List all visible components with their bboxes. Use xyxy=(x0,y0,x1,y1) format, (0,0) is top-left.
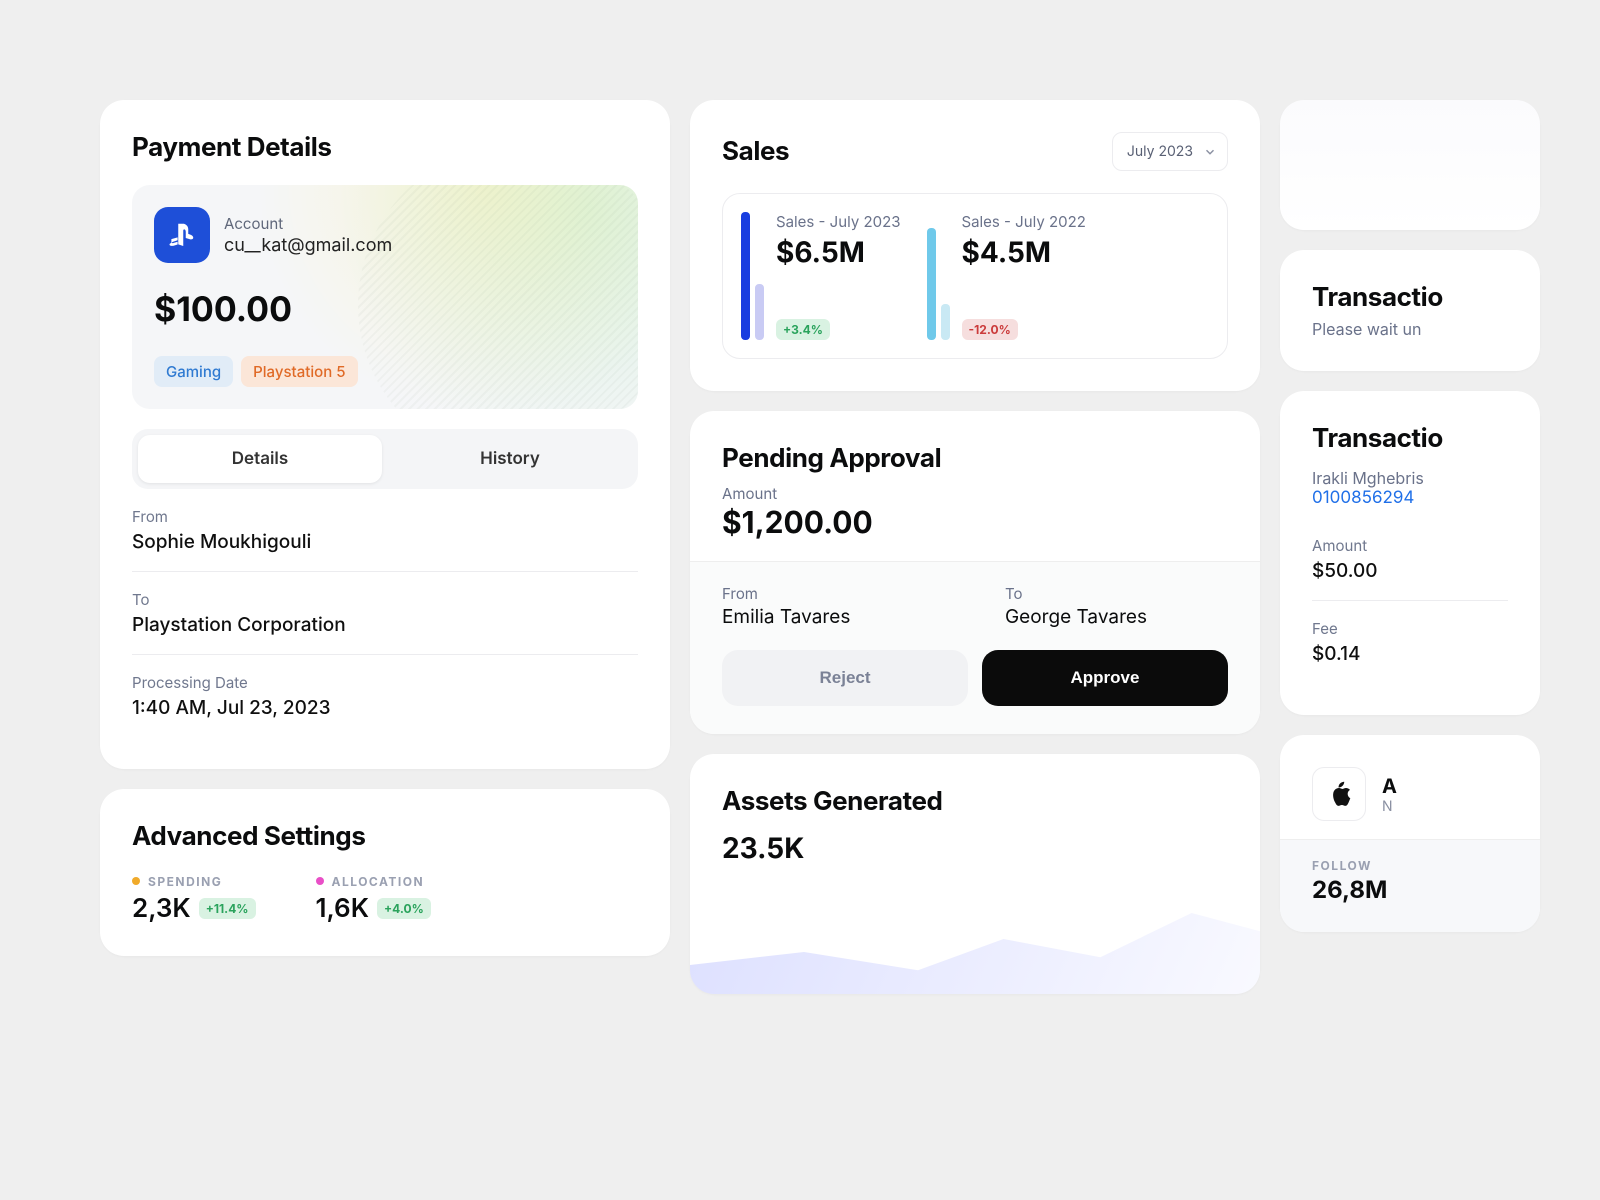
payment-title: Payment Details xyxy=(132,132,638,163)
assets-generated-card: Assets Generated 23.5K xyxy=(690,754,1260,994)
sales-title: Sales xyxy=(722,136,789,167)
transaction-wait-title: Transactio xyxy=(1312,282,1508,313)
to-value: Playstation Corporation xyxy=(132,613,638,636)
spending-label: SPENDING xyxy=(132,874,256,889)
transaction-loading-card xyxy=(1280,100,1540,230)
to-label: To xyxy=(132,590,638,609)
processing-date-label: Processing Date xyxy=(132,673,638,692)
assets-title: Assets Generated xyxy=(722,786,1228,817)
transaction-wait-text: Please wait un xyxy=(1312,319,1508,339)
details-history-tabs: Details History xyxy=(132,429,638,489)
payment-details-card: Payment Details Account cu__kat@gmail.co… xyxy=(100,100,670,769)
processing-date-value: 1:40 AM, Jul 23, 2023 xyxy=(132,696,638,719)
sales-2023-label: Sales - July 2023 xyxy=(776,212,901,231)
tab-details[interactable]: Details xyxy=(138,435,382,483)
account-email: cu__kat@gmail.com xyxy=(224,235,392,256)
pending-approval-card: Pending Approval Amount $1,200.00 From E… xyxy=(690,411,1260,734)
transaction-amount-label: Amount xyxy=(1312,536,1508,555)
transaction-fee-label: Fee xyxy=(1312,619,1508,638)
spending-change-badge: +11.4% xyxy=(199,898,256,919)
sales-2023-change-badge: +3.4% xyxy=(776,319,830,340)
apple-icon xyxy=(1312,767,1366,821)
transaction-name: Irakli Mghebris xyxy=(1312,468,1508,488)
sales-card: Sales July 2023 Sales - July 2023 $6.5M … xyxy=(690,100,1260,391)
assets-value: 23.5K xyxy=(722,831,1228,865)
reject-button[interactable]: Reject xyxy=(722,650,968,706)
sales-2022-value: $4.5M xyxy=(962,235,1086,269)
pending-amount-label: Amount xyxy=(722,484,1228,503)
spending-value: 2,3K xyxy=(132,893,191,924)
allocation-value: 1,6K xyxy=(316,893,369,924)
sales-2023-value: $6.5M xyxy=(776,235,901,269)
chevron-down-icon xyxy=(1203,145,1217,159)
pending-from-value: Emilia Tavares xyxy=(722,605,945,628)
tab-history[interactable]: History xyxy=(388,435,632,483)
tag-console[interactable]: Playstation 5 xyxy=(241,356,357,387)
allocation-change-badge: +4.0% xyxy=(377,898,431,919)
pending-from-label: From xyxy=(722,584,945,603)
sales-2022-item: Sales - July 2022 $4.5M -12.0% xyxy=(927,212,1086,340)
account-hero: Account cu__kat@gmail.com $100.00 Gaming… xyxy=(132,185,638,409)
transaction-wait-card: Transactio Please wait un xyxy=(1280,250,1540,371)
dot-icon xyxy=(132,877,140,885)
follow-label: FOLLOW xyxy=(1312,858,1508,873)
sales-2023-item: Sales - July 2023 $6.5M +3.4% xyxy=(741,212,901,340)
pending-amount-value: $1,200.00 xyxy=(722,505,1228,541)
sales-2022-label: Sales - July 2022 xyxy=(962,212,1086,231)
transaction-fee-value: $0.14 xyxy=(1312,642,1508,665)
advanced-settings-card: Advanced Settings SPENDING 2,3K +11.4% AL… xyxy=(100,789,670,956)
follow-value: 26,8M xyxy=(1312,875,1508,904)
period-dropdown[interactable]: July 2023 xyxy=(1112,132,1228,171)
dot-icon xyxy=(316,877,324,885)
apple-sub: N xyxy=(1382,798,1397,815)
apple-initial: A xyxy=(1382,774,1397,798)
tag-gaming[interactable]: Gaming xyxy=(154,356,233,387)
sales-2022-change-badge: -12.0% xyxy=(962,319,1018,340)
approve-button[interactable]: Approve xyxy=(982,650,1228,706)
transaction-details-card: Transactio Irakli Mghebris 0100856294 Am… xyxy=(1280,391,1540,715)
allocation-label: ALLOCATION xyxy=(316,874,431,889)
apple-card: A N FOLLOW 26,8M xyxy=(1280,735,1540,932)
transaction-amount-value: $50.00 xyxy=(1312,559,1508,582)
payment-amount: $100.00 xyxy=(154,289,616,330)
from-label: From xyxy=(132,507,638,526)
transaction-title: Transactio xyxy=(1312,423,1508,454)
pending-to-label: To xyxy=(1005,584,1228,603)
playstation-icon xyxy=(154,207,210,263)
transaction-id-link[interactable]: 0100856294 xyxy=(1312,488,1508,508)
account-label: Account xyxy=(224,214,392,233)
settings-title: Advanced Settings xyxy=(132,821,638,852)
bar-chart-icon xyxy=(927,212,950,340)
pending-to-value: George Tavares xyxy=(1005,605,1228,628)
from-value: Sophie Moukhigouli xyxy=(132,530,638,553)
pending-title: Pending Approval xyxy=(722,443,1228,474)
bar-chart-icon xyxy=(741,212,764,340)
